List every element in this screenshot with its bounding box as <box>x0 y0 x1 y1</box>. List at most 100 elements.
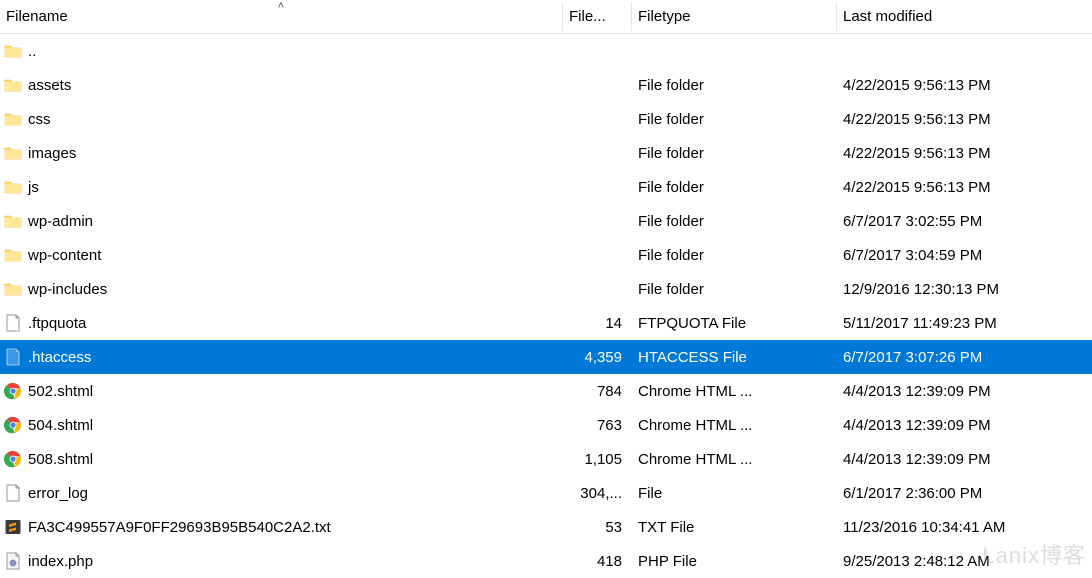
file-row[interactable]: imagesFile folder4/22/2015 9:56:13 PM <box>0 136 1092 170</box>
file-name-label: wp-admin <box>28 213 93 230</box>
file-row-filename[interactable]: FA3C499557A9F0FF29693B95B540C2A2.txt <box>0 518 563 536</box>
folder-icon <box>4 110 22 128</box>
file-row-filename[interactable]: 502.shtml <box>0 382 563 400</box>
file-row-filename[interactable]: error_log <box>0 484 563 502</box>
column-header-filesize-label: File... <box>569 8 606 25</box>
file-row[interactable]: .. <box>0 34 1092 68</box>
file-row-filename[interactable]: js <box>0 178 563 196</box>
file-modified-label: 4/4/2013 12:39:09 PM <box>837 451 1092 468</box>
file-modified-label: 4/22/2015 9:56:13 PM <box>837 77 1092 94</box>
file-modified-label: 4/22/2015 9:56:13 PM <box>837 179 1092 196</box>
column-header-modified-label: Last modified <box>843 8 932 25</box>
file-name-label: 504.shtml <box>28 417 93 434</box>
file-row-filename[interactable]: wp-admin <box>0 212 563 230</box>
folder-icon <box>4 280 22 298</box>
column-header-row: Filename ˄ File... Filetype Last modifie… <box>0 0 1092 34</box>
file-type-label: File folder <box>632 179 837 196</box>
file-row[interactable]: error_log304,...File6/1/2017 2:36:00 PM <box>0 476 1092 510</box>
file-row[interactable]: index.php418PHP File9/25/2013 2:48:12 AM <box>0 544 1092 578</box>
file-type-label: File folder <box>632 111 837 128</box>
folder-icon <box>4 246 22 264</box>
column-header-filesize[interactable]: File... <box>563 2 632 31</box>
file-name-label: js <box>28 179 39 196</box>
file-name-label: images <box>28 145 76 162</box>
file-row-filename[interactable]: .htaccess <box>0 348 563 366</box>
file-modified-label: 4/22/2015 9:56:13 PM <box>837 111 1092 128</box>
folder-icon <box>4 178 22 196</box>
file-list: ..assetsFile folder4/22/2015 9:56:13 PMc… <box>0 34 1092 578</box>
file-row-filename[interactable]: .ftpquota <box>0 314 563 332</box>
file-modified-label: 6/7/2017 3:04:59 PM <box>837 247 1092 264</box>
file-size-label: 1,105 <box>563 451 632 468</box>
file-row[interactable]: 508.shtml 1,105Chrome HTML ...4/4/2013 12… <box>0 442 1092 476</box>
file-size-label: 4,359 <box>563 349 632 366</box>
php-icon <box>4 552 22 570</box>
file-type-label: Chrome HTML ... <box>632 383 837 400</box>
file-modified-label: 4/4/2013 12:39:09 PM <box>837 383 1092 400</box>
file-type-label: File folder <box>632 145 837 162</box>
file-row[interactable]: wp-includes File folder12/9/2016 12:30:13… <box>0 272 1092 306</box>
folder-icon <box>4 144 22 162</box>
column-header-filename[interactable]: Filename ˄ <box>0 2 563 31</box>
file-name-label: css <box>28 111 51 128</box>
folder-icon <box>4 212 22 230</box>
file-modified-label: 6/7/2017 3:02:55 PM <box>837 213 1092 230</box>
file-modified-label: 11/23/2016 10:34:41 AM <box>837 519 1092 536</box>
file-row-filename[interactable]: index.php <box>0 552 563 570</box>
file-row[interactable]: 504.shtml 763Chrome HTML ...4/4/2013 12:3… <box>0 408 1092 442</box>
column-header-filetype-label: Filetype <box>638 8 691 25</box>
file-row-filename[interactable]: assets <box>0 76 563 94</box>
file-row-filename[interactable]: css <box>0 110 563 128</box>
file-row-filename[interactable]: images <box>0 144 563 162</box>
file-type-label: File folder <box>632 281 837 298</box>
file-name-label: wp-content <box>28 247 101 264</box>
column-header-modified[interactable]: Last modified <box>837 2 1092 31</box>
file-type-label: File folder <box>632 213 837 230</box>
file-size-label: 763 <box>563 417 632 434</box>
file-row[interactable]: assetsFile folder4/22/2015 9:56:13 PM <box>0 68 1092 102</box>
file-modified-label: 12/9/2016 12:30:13 PM <box>837 281 1092 298</box>
file-type-label: Chrome HTML ... <box>632 417 837 434</box>
file-row[interactable]: FA3C499557A9F0FF29693B95B540C2A2.txt53TX… <box>0 510 1092 544</box>
file-row-filename[interactable]: .. <box>0 42 563 60</box>
file-type-label: FTPQUOTA File <box>632 315 837 332</box>
file-row-filename[interactable]: wp-content <box>0 246 563 264</box>
file-modified-label: 4/4/2013 12:39:09 PM <box>837 417 1092 434</box>
file-name-label: 508.shtml <box>28 451 93 468</box>
file-row[interactable]: .htaccess4,359HTACCESS File6/7/2017 3:07… <box>0 340 1092 374</box>
file-name-label: wp-includes <box>28 281 107 298</box>
file-type-label: File <box>632 485 837 502</box>
file-type-label: PHP File <box>632 553 837 570</box>
sort-ascending-icon: ˄ <box>278 2 284 12</box>
chrome-icon <box>4 416 22 434</box>
file-size-label: 784 <box>563 383 632 400</box>
column-header-filetype[interactable]: Filetype <box>632 2 837 31</box>
file-row-filename[interactable]: 508.shtml <box>0 450 563 468</box>
file-row[interactable]: wp-admin File folder6/7/2017 3:02:55 PM <box>0 204 1092 238</box>
file-row[interactable]: css File folder4/22/2015 9:56:13 PM <box>0 102 1092 136</box>
folder-icon <box>4 76 22 94</box>
sublime-icon <box>4 518 22 536</box>
file-icon <box>4 484 22 502</box>
file-row-filename[interactable]: 504.shtml <box>0 416 563 434</box>
file-row-filename[interactable]: wp-includes <box>0 280 563 298</box>
file-row[interactable]: .ftpquota14FTPQUOTA File5/11/2017 11:49:… <box>0 306 1092 340</box>
file-size-label: 304,... <box>563 485 632 502</box>
file-icon <box>4 314 22 332</box>
file-modified-label: 6/7/2017 3:07:26 PM <box>837 349 1092 366</box>
file-blue-icon <box>4 348 22 366</box>
file-modified-label: 5/11/2017 11:49:23 PM <box>837 315 1092 332</box>
file-type-label: File folder <box>632 247 837 264</box>
file-modified-label: 9/25/2013 2:48:12 AM <box>837 553 1092 570</box>
file-name-label: error_log <box>28 485 88 502</box>
file-row[interactable]: js File folder4/22/2015 9:56:13 PM <box>0 170 1092 204</box>
file-row[interactable]: 502.shtml784Chrome HTML ...4/4/2013 12:3… <box>0 374 1092 408</box>
file-type-label: Chrome HTML ... <box>632 451 837 468</box>
file-size-label: 418 <box>563 553 632 570</box>
file-name-label: .. <box>28 43 36 60</box>
chrome-icon <box>4 382 22 400</box>
file-size-label: 53 <box>563 519 632 536</box>
file-size-label: 14 <box>563 315 632 332</box>
file-name-label: assets <box>28 77 71 94</box>
file-row[interactable]: wp-content File folder6/7/2017 3:04:59 PM <box>0 238 1092 272</box>
